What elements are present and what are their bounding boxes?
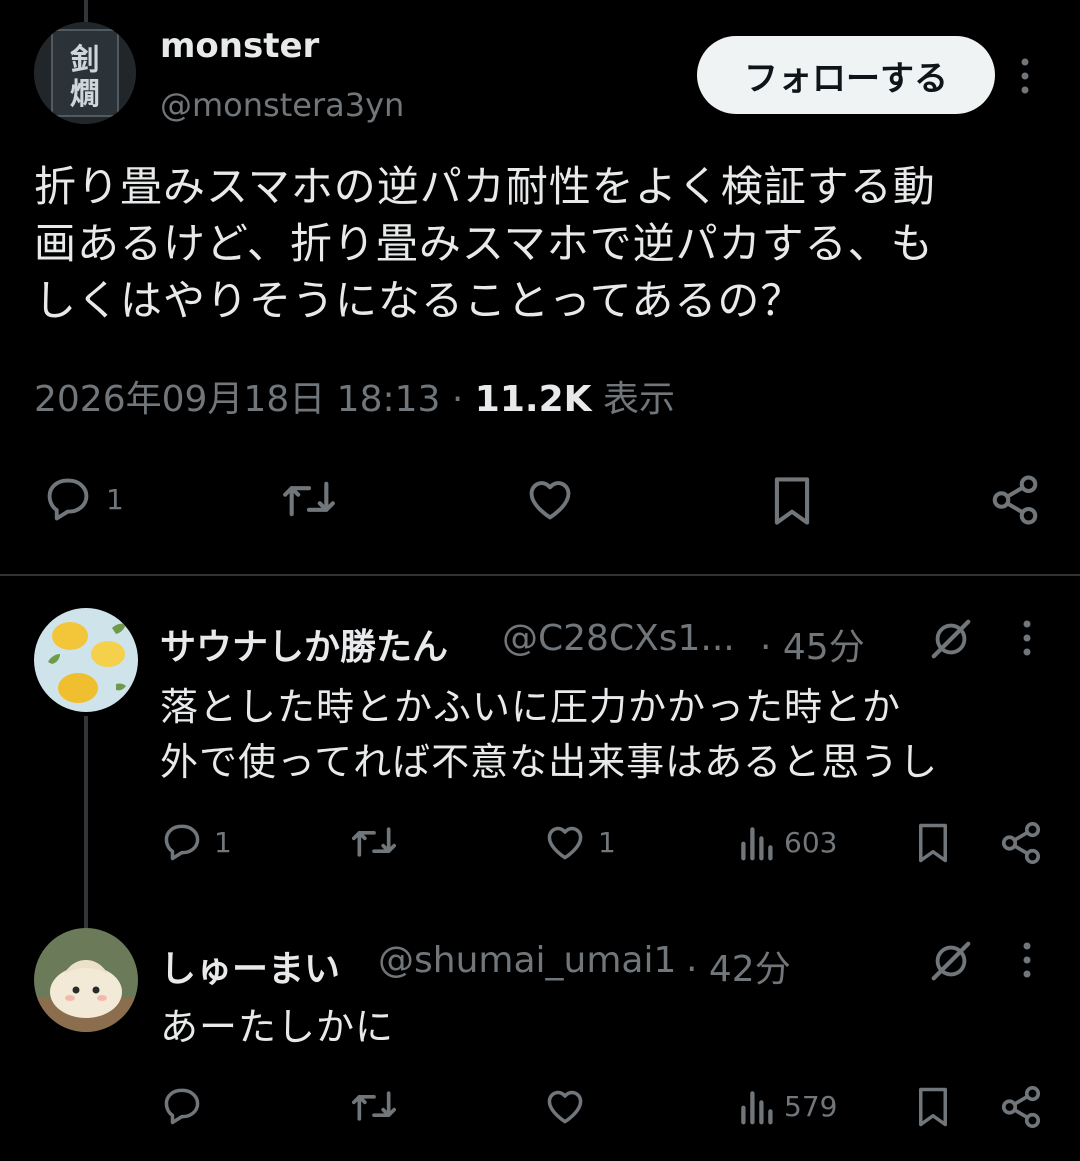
bookmark-button[interactable]	[912, 820, 954, 866]
views-button[interactable]: 579	[738, 1084, 837, 1128]
like-button[interactable]: 1	[542, 820, 616, 864]
reply-text-line: あーたしかに	[160, 1005, 395, 1049]
reply-button[interactable]: 1	[40, 473, 124, 525]
avatar-monster[interactable]: 釗 燗	[34, 22, 136, 124]
like-button[interactable]	[522, 473, 578, 525]
kanji-logo-avatar-icon: 釗 燗	[34, 22, 136, 124]
retweet-icon	[283, 481, 335, 517]
bookmark-icon	[774, 477, 810, 525]
reply-text-line: 外で使ってれば不意な出来事はあると思うし	[160, 740, 939, 784]
tweet-text: 折り畳みスマホの逆パカ耐性をよく検証する動 画あるけど、折り畳みスマホで逆パカす…	[34, 158, 1044, 329]
follow-button[interactable]: フォローする	[697, 36, 995, 114]
like-button[interactable]	[542, 1084, 598, 1128]
retweet-icon	[352, 1091, 396, 1121]
reply-text: あーたしかに	[160, 1000, 394, 1055]
analytics-icon	[741, 1091, 773, 1125]
views-button[interactable]: 603	[738, 820, 837, 864]
svg-text:燗: 燗	[70, 77, 100, 112]
reply-icon	[164, 824, 200, 861]
reply-display-name[interactable]: サウナしか勝たん	[160, 618, 448, 670]
share-icon	[992, 475, 1038, 525]
share-button[interactable]	[998, 1084, 1044, 1130]
reply-text: 落とした時とかふいに圧力かかった時とか 外で使ってれば不意な出来事はあると思うし	[160, 680, 938, 790]
retweet-button[interactable]	[350, 1084, 398, 1128]
share-button[interactable]	[998, 820, 1044, 866]
divider	[0, 574, 1080, 576]
tweet-timestamp[interactable]: 2026年09月18日 18:13	[34, 379, 440, 420]
reply-time[interactable]: · 45分	[760, 618, 865, 670]
retweet-button[interactable]	[350, 820, 398, 864]
heart-icon	[529, 481, 571, 520]
analytics-icon	[741, 827, 773, 861]
heart-icon	[547, 826, 583, 860]
tweet-text-line: 画あるけど、折り畳みスマホで逆パカする、も	[34, 219, 934, 268]
reply-handle[interactable]: @C28CXs1...	[502, 618, 735, 659]
tweet-meta: 2026年09月18日 18:13 · 11.2K 表示	[34, 370, 675, 422]
share-icon	[1001, 822, 1041, 864]
thread-line-top	[84, 0, 88, 22]
reply-icon	[164, 1088, 200, 1125]
avatar-shumai[interactable]	[34, 928, 138, 1032]
like-count: 1	[598, 825, 616, 859]
views-count[interactable]: 11.2K	[475, 379, 592, 420]
grok-icon[interactable]	[928, 616, 974, 666]
reply-count: 1	[214, 825, 232, 859]
reply-text-line: 落とした時とかふいに圧力かかった時とか	[160, 685, 902, 729]
bookmark-button[interactable]	[766, 473, 818, 529]
tweet-detail-page: 釗 燗 monster @monstera3yn フォローする 折り畳みスマホの…	[0, 0, 1080, 1161]
views-count: 579	[784, 1089, 838, 1123]
reply-handle[interactable]: @shumai_umai1	[378, 940, 676, 981]
share-button[interactable]	[988, 473, 1042, 527]
reply-button[interactable]: 1	[160, 820, 232, 864]
bookmark-icon	[919, 823, 947, 863]
author-display-name[interactable]: monster	[160, 26, 319, 66]
author-handle[interactable]: @monstera3yn	[160, 86, 404, 124]
retweet-button[interactable]	[278, 473, 340, 525]
bookmark-icon	[919, 1087, 947, 1127]
tweet-text-line: 折り畳みスマホの逆パカ耐性をよく検証する動	[34, 162, 936, 211]
more-options-icon[interactable]	[1010, 54, 1040, 98]
reply-count: 1	[106, 482, 124, 516]
retweet-icon	[352, 827, 396, 857]
reply-button[interactable]	[160, 1084, 214, 1128]
shumai-avatar-icon	[34, 928, 138, 1032]
bookmark-button[interactable]	[912, 1084, 954, 1130]
reply-icon	[47, 478, 89, 521]
share-icon	[1001, 1086, 1041, 1128]
thread-line	[84, 716, 88, 928]
meta-separator: ·	[451, 379, 464, 420]
views-count: 603	[784, 825, 838, 859]
grok-icon[interactable]	[928, 938, 974, 988]
reply-time[interactable]: · 42分	[686, 940, 791, 992]
svg-text:釗: 釗	[70, 43, 100, 78]
lemon-avatar-icon	[34, 608, 138, 712]
heart-icon	[547, 1090, 583, 1124]
more-options-icon[interactable]	[1012, 938, 1042, 986]
main-action-bar: 1	[0, 470, 1080, 530]
more-options-icon[interactable]	[1012, 616, 1042, 664]
avatar-sauna[interactable]	[34, 608, 138, 712]
views-label: 表示	[602, 379, 675, 420]
reply-display-name[interactable]: しゅーまい	[160, 940, 340, 992]
tweet-text-line: しくはやりそうになることってあるの？	[34, 276, 804, 325]
